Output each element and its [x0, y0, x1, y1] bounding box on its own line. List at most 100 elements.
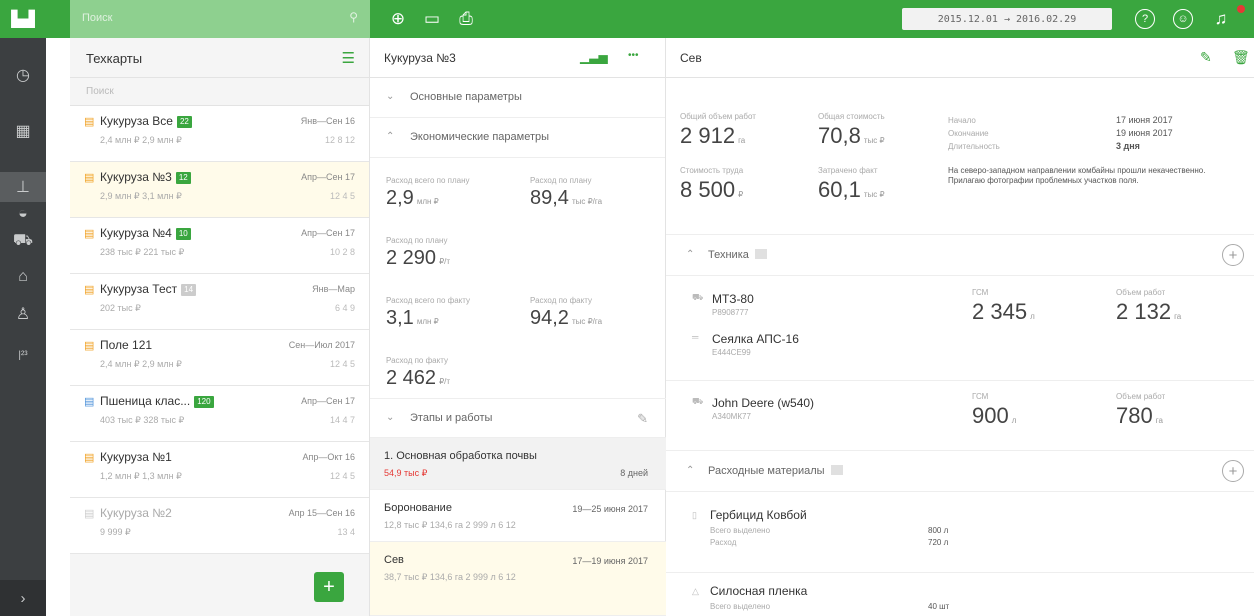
add-techcard-button[interactable]: +	[314, 572, 344, 602]
metric-label: Расход по плану	[386, 236, 448, 245]
metric-value: 3,1	[386, 307, 414, 329]
metric-unit: га	[1174, 312, 1182, 321]
section-label: Этапы и работы	[410, 412, 493, 424]
techcard-stats: 6 4 9	[334, 303, 355, 313]
global-search-input[interactable]: Поиск ⚲	[70, 0, 370, 38]
chat-icon[interactable]: ▭	[420, 7, 444, 31]
basic-params-section[interactable]: ⌄ Основные параметры	[370, 78, 665, 118]
econ-params-section[interactable]: ⌃ Экономические параметры	[370, 118, 665, 158]
map-icon[interactable]: ▦	[0, 116, 46, 146]
chevron-up-icon: ⌃	[686, 249, 695, 260]
duration-value: 3 дня	[1116, 141, 1140, 151]
techcard-item-selected[interactable]: ▤ Кукуруза №3 12 Апр—Сен 17 2,9 млн ₽ 3,1…	[70, 162, 369, 218]
section-label: Расходные материалы	[708, 465, 825, 477]
work-dates: 17—19 июня 2017	[572, 556, 648, 566]
field-icon[interactable]: ⊥	[0, 172, 46, 202]
edit-pencil-icon[interactable]: ✎	[1200, 49, 1212, 66]
spent-fact: Затрачено факт 60,1 тыс ₽	[818, 166, 885, 203]
chart-icon[interactable]: ▁▃▅	[580, 50, 608, 64]
stage-cost: 54,9 тыс ₽	[384, 468, 428, 478]
techcard-item[interactable]: ▤ Кукуруза №2 Апр 15—Сен 16 9 999 ₽ 13 4	[70, 498, 369, 554]
metric-unit: ₽	[738, 190, 744, 199]
techcard-period: Апр—Сен 17	[301, 228, 355, 238]
techcard-item[interactable]: ▤ Поле 121 Сен—Июл 2017 2,4 млн ₽ 2,9 мл…	[70, 330, 369, 386]
techcard-stats: 10 2 8	[329, 247, 355, 257]
techcard-costs: 238 тыс ₽ 221 тыс ₽	[100, 247, 185, 257]
print-icon[interactable]: ⎙	[454, 7, 478, 31]
people-icon[interactable]: ♙	[0, 299, 46, 329]
app-logo[interactable]: ▙▟	[0, 0, 46, 38]
techcard-item[interactable]: ▤ Кукуруза №4 10 Апр—Сен 17 238 тыс ₽ 221…	[70, 218, 369, 274]
work-row-selected[interactable]: Сев 17—19 июня 2017 38,7 тыс ₽ 134,6 га …	[370, 542, 666, 616]
techcard-item[interactable]: ▤ Кукуруза №1 Апр—Окт 16 1,2 млн ₽ 1,3 м…	[70, 442, 369, 498]
stages-section[interactable]: ⌄ Этапы и работы ✎	[370, 398, 666, 438]
techcard-costs: 403 тыс ₽ 328 тыс ₽	[100, 415, 185, 425]
techcard-costs: 2,4 млн ₽ 2,9 млн ₽	[100, 135, 182, 145]
work-name: Сев	[384, 554, 404, 566]
techcard-item[interactable]: ▤ Кукуруза Тест 14 Янв—Мар 202 тыс ₽ 6 4 …	[70, 274, 369, 330]
metric-value: 2 462	[386, 367, 437, 389]
materials-section[interactable]: ⌃ Расходные материалы +	[666, 450, 1254, 492]
metric-label: ГСМ	[972, 392, 989, 401]
side-rail: ▙▟ ◷ ▦ ⊥ ◒ ⛟ ⌂ ♙ |²³ ›	[0, 0, 46, 616]
techcard-item[interactable]: ▤ Пшеница клас... 120 Апр—Сен 17 403 тыс …	[70, 386, 369, 442]
search-placeholder: Поиск	[82, 12, 113, 24]
metric-plan-total: Расход всего по плану 2,9 млн ₽	[386, 176, 470, 210]
tractor-icon[interactable]: ⛟	[0, 226, 46, 256]
work-name: Боронование	[384, 502, 452, 514]
end-value: 19 июня 2017	[1116, 128, 1173, 138]
metric-value: 2 345	[972, 299, 1028, 324]
stage-group[interactable]: 1. Основная обработка почвы 54,9 тыс ₽ 8…	[370, 438, 666, 490]
count-badge: 120	[194, 396, 214, 408]
allocated-value: 800 л	[928, 526, 949, 535]
allocated-label: Всего выделено	[710, 526, 771, 535]
metric-label: Расход по плану	[530, 176, 592, 185]
metric-unit: тыс ₽/га	[571, 197, 603, 206]
search-icon[interactable]: ⚲	[349, 10, 358, 24]
start-label: Начало	[948, 116, 976, 125]
start-value: 17 июня 2017	[1116, 115, 1173, 125]
dashboard-icon[interactable]: ◷	[0, 60, 46, 90]
card-icon: ▤	[84, 508, 95, 520]
metric-unit: га	[738, 136, 746, 145]
metric-unit: тыс ₽	[863, 190, 885, 199]
card-icon: ▤	[84, 452, 95, 464]
metric-label: Общий объем работ	[680, 112, 756, 121]
techcards-filter-input[interactable]: Поиск	[70, 78, 369, 106]
stats-icon[interactable]: |²³	[0, 340, 46, 370]
count-badge: 14	[181, 284, 197, 296]
techcard-item[interactable]: ▤ Кукуруза Все 22 Янв—Сен 16 2,4 млн ₽ 2,…	[70, 106, 369, 162]
techcard-period: Апр—Окт 16	[302, 452, 355, 462]
consumption-label: Расход	[710, 538, 737, 547]
trash-icon[interactable]: 🗑	[1232, 49, 1250, 66]
metric-value: 89,4	[530, 187, 569, 209]
techcard-period: Янв—Сен 16	[300, 116, 355, 126]
techcard-detail-panel: Кукуруза №3 ▁▃▅ ••• ⌄ Основные параметры…	[370, 38, 666, 616]
filter-placeholder: Поиск	[86, 86, 114, 97]
filter-icon[interactable]: ☰	[342, 49, 355, 67]
weather-icon[interactable]: ◒	[0, 199, 46, 229]
chevron-up-icon: ⌃	[386, 131, 395, 142]
add-material-button[interactable]: +	[1222, 460, 1244, 482]
expand-rail-icon[interactable]: ›	[0, 580, 46, 616]
work-title: Сев	[680, 51, 702, 65]
metric-label: Общая стоимость	[818, 112, 885, 121]
help-icon[interactable]: ?	[1135, 9, 1155, 29]
storage-icon[interactable]: ⌂	[0, 262, 46, 292]
add-equipment-button[interactable]: +	[1222, 244, 1244, 266]
techcard-name: Кукуруза №4	[100, 226, 172, 240]
stage-name: 1. Основная обработка почвы	[384, 450, 537, 462]
user-icon[interactable]: ☺	[1173, 9, 1193, 29]
equipment-code: А340МК77	[712, 412, 751, 421]
work-row[interactable]: Боронование 19—25 июня 2017 12,8 тыс ₽ 1…	[370, 490, 666, 542]
card-icon: ▤	[84, 284, 95, 296]
metric-unit: ₽/т	[439, 257, 451, 266]
more-icon[interactable]: •••	[628, 50, 639, 61]
card-icon: ▤	[84, 228, 95, 240]
date-range-picker[interactable]: 2015.12.01 → 2016.02.29	[902, 8, 1112, 30]
edit-pencil-icon[interactable]: ✎	[637, 411, 648, 427]
plus-circle-icon[interactable]: ⊕	[386, 7, 410, 31]
bottle-icon: ▯	[692, 510, 697, 520]
equipment-section[interactable]: ⌃ Техника +	[666, 234, 1254, 276]
notifications-icon[interactable]: ♫	[1209, 7, 1233, 31]
